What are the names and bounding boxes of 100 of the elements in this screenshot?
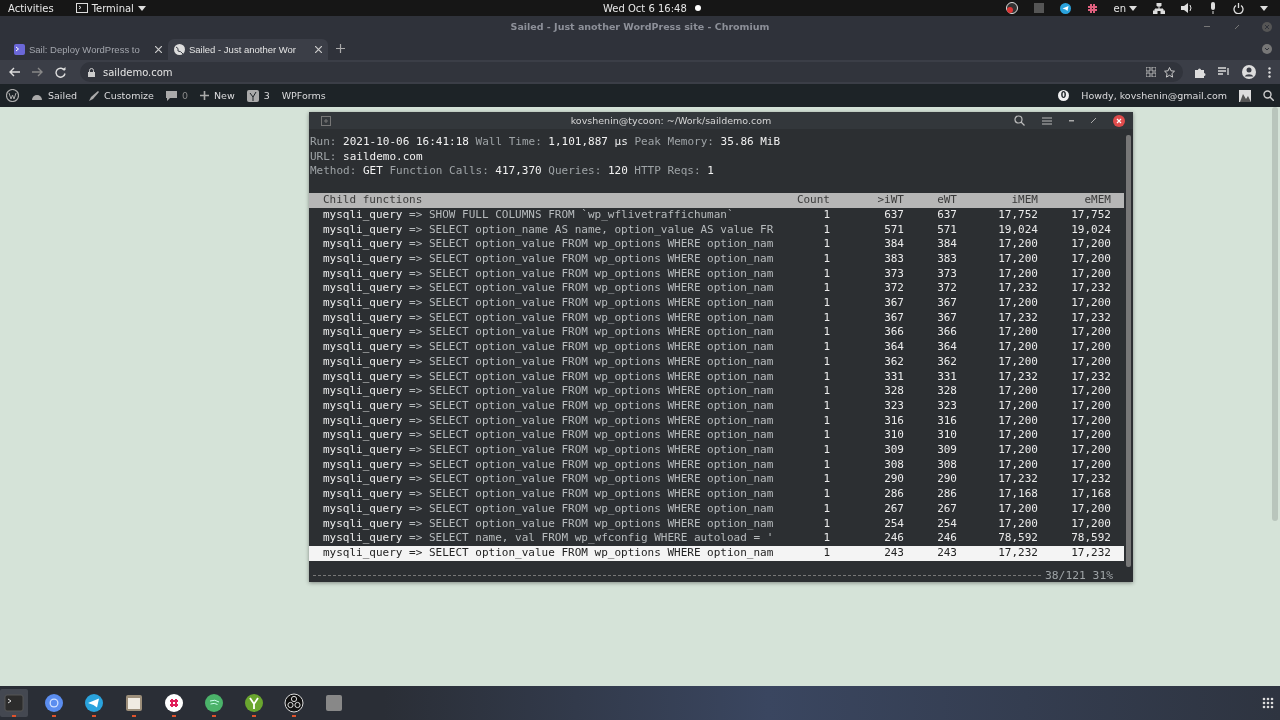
telegram-icon[interactable] (1059, 2, 1071, 14)
reload-icon[interactable] (55, 66, 66, 78)
table-cell-text: 17,200 (1070, 251, 1111, 267)
close-icon[interactable] (155, 46, 162, 53)
qr-code-icon[interactable] (1146, 67, 1156, 77)
table-row[interactable]: mysqli_query => SELECT option_value FROM wp_options WHERE option_nam 1 362 362 17,200 17,200 (309, 354, 1124, 370)
microphone-icon[interactable] (1209, 2, 1217, 14)
table-row[interactable]: mysqli_query => SELECT option_value FROM wp_options WHERE option_nam 1 323 323 17,200 17,200 (309, 398, 1124, 414)
table-row[interactable]: mysqli_query => SELECT option_value FROM wp_options WHERE option_nam 1 384 384 17,200 17,200 (309, 237, 1124, 252)
more-icon[interactable] (1268, 66, 1271, 78)
table-row[interactable]: mysqli_query => SELECT option_value FROM wp_options WHERE option_nam 1 308 308 17,200 17,200 (309, 457, 1124, 473)
table-cell-text: 78,592 (1070, 531, 1111, 546)
star-icon[interactable] (1164, 66, 1175, 78)
close-icon[interactable] (315, 46, 322, 53)
table-cell-text: 1 (822, 398, 830, 414)
function-name: mysqli_query (323, 501, 403, 515)
table-row[interactable]: mysqli_query => SELECT option_value FROM wp_options WHERE option_nam 1 316 316 17,200 17,200 (309, 413, 1124, 429)
summary-label: URL: (310, 149, 337, 163)
search-icon[interactable] (1014, 115, 1025, 126)
table-row[interactable]: mysqli_query => SELECT option_value FROM wp_options WHERE option_nam 1 310 310 17,200 17,200 (309, 428, 1124, 444)
activities-button[interactable]: Activities (8, 2, 54, 14)
new-tab-icon[interactable] (321, 115, 331, 126)
app-menu[interactable]: Terminal (75, 2, 146, 14)
avatar-icon[interactable] (1242, 65, 1256, 79)
table-row[interactable]: mysqli_query => SHOW FULL COLUMNS FROM `wp_wflivetraffichuman` 1 637 637 17,752 17,752 (309, 207, 1124, 223)
table-row[interactable]: mysqli_query => SELECT option_name AS name, option_value AS value FR 1 571 571 19,024 19,024 (309, 222, 1124, 238)
table-cell-text: 267 (883, 501, 904, 517)
volume-icon[interactable] (1181, 3, 1193, 13)
table-cell-text: 364 (936, 340, 957, 355)
wordpress-logo-icon[interactable] (6, 89, 19, 102)
column-header: Child functions (323, 193, 424, 208)
maximize-icon[interactable] (1234, 23, 1240, 30)
language-menu[interactable]: en (1113, 2, 1137, 14)
table-cell-text: 1 (822, 310, 830, 326)
table-row[interactable]: mysqli_query => SELECT option_value FROM wp_options WHERE option_nam 1 267 267 17,200 17,200 (309, 501, 1124, 517)
browser-tab[interactable]: Sail: Deploy WordPress to (8, 39, 168, 60)
table-row[interactable]: mysqli_query => SELECT option_value FROM wp_options WHERE option_nam 1 254 254 17,200 17,200 (309, 516, 1124, 532)
table-cell-text: 364 (883, 340, 904, 355)
table-row[interactable]: mysqli_query => SELECT option_value FROM wp_options WHERE option_nam 1 373 373 17,200 17,200 (309, 266, 1124, 282)
customize-link[interactable]: Customize (89, 90, 154, 101)
clock[interactable]: Wed Oct 6 16:48 (603, 2, 687, 14)
new-link[interactable]: New (199, 90, 235, 101)
summary-label: HTTP Reqs: (634, 164, 701, 178)
wpforms-link[interactable]: WPForms (281, 90, 326, 101)
table-cell-text: 367 (936, 296, 957, 311)
table-row[interactable]: mysqli_query => SELECT option_value FROM wp_options WHERE option_nam 1 286 286 17,168 17,168 (309, 487, 1124, 502)
function-name: mysqli_query (323, 487, 403, 501)
table-row[interactable]: mysqli_query => SELECT option_value FROM wp_options WHERE option_nam 1 290 290 17,232 17,232 (309, 472, 1124, 488)
table-row[interactable]: mysqli_query => SELECT option_value FROM wp_options WHERE option_nam 1 383 383 17,200 17,200 (309, 251, 1124, 267)
back-icon[interactable] (9, 67, 20, 77)
minimize-icon[interactable] (1204, 25, 1212, 28)
table-row[interactable]: mysqli_query => SELECT option_value FROM wp_options WHERE option_nam 1 366 366 17,200 17,200 (309, 325, 1124, 341)
table-row[interactable]: mysqli_query => SELECT option_value FROM wp_options WHERE option_nam 1 367 367 17,232 17,232 (309, 310, 1124, 326)
query-text: => SELECT option_value FROM wp_options WHERE option_nam (409, 296, 774, 310)
table-row[interactable]: mysqli_query => SELECT option_value FROM wp_options WHERE option_nam 1 331 331 17,232 17,232 (309, 369, 1124, 385)
maximize-icon[interactable] (1091, 118, 1096, 123)
table-row[interactable]: mysqli_query => SELECT name, val FROM wp_wfconfig WHERE autoload = ' 1 246 246 78,592 78,592 (309, 531, 1124, 546)
forward-icon[interactable] (32, 67, 43, 77)
tab-search-icon[interactable] (1262, 44, 1272, 54)
record-icon[interactable] (1005, 2, 1018, 14)
browser-tab[interactable]: Sailed - Just another Wor (168, 39, 328, 60)
summary-value: 1,101,887 µs (548, 135, 628, 148)
window-title: kovshenin@tycoon: ~/Work/saildemo.com (569, 115, 773, 126)
puzzle-icon[interactable] (1195, 66, 1206, 78)
comments-link[interactable]: 0 (165, 90, 188, 101)
table-cell-text: 17,200 (1070, 354, 1111, 370)
table-row[interactable]: mysqli_query => SELECT option_value FROM wp_options WHERE option_nam 1 364 364 17,200 17,200 (309, 340, 1124, 355)
scrollbar[interactable] (1126, 135, 1131, 567)
table-row[interactable]: mysqli_query => SELECT option_value FROM wp_options WHERE option_nam 1 309 309 17,200 17,200 (309, 443, 1124, 458)
search-icon[interactable] (1263, 90, 1274, 101)
table-cell-text: 17,200 (997, 457, 1038, 473)
table-cell-text: 1 (822, 472, 830, 488)
close-icon[interactable] (1113, 114, 1125, 127)
table-cell-text: 372 (883, 281, 904, 297)
notification-badge[interactable]: 0 (1057, 90, 1070, 101)
scrollbar[interactable] (1272, 107, 1278, 521)
avatar-icon[interactable] (1239, 89, 1251, 102)
power-icon[interactable] (1233, 2, 1244, 14)
menu-icon[interactable] (1042, 116, 1052, 125)
minimize-icon[interactable] (1069, 119, 1074, 122)
address-bar[interactable]: saildemo.com (80, 62, 1183, 82)
table-row[interactable]: mysqli_query => SELECT option_value FROM wp_options WHERE option_nam 1 328 328 17,200 17,200 (309, 384, 1124, 399)
table-cell-text: 17,200 (1070, 384, 1111, 399)
query-text: => SELECT option_value FROM wp_options WHERE option_nam (409, 384, 774, 398)
app-grid-icon[interactable] (1262, 697, 1274, 709)
network-icon[interactable] (1153, 2, 1165, 14)
function-name: mysqli_query (323, 354, 403, 368)
query-text: => SELECT option_name AS name, option_value AS value FR (409, 222, 774, 236)
table-row[interactable]: mysqli_query => SELECT option_value FROM wp_options WHERE option_nam 1 367 367 17,200 17,200 (309, 296, 1124, 311)
summary-value: 1 (707, 164, 714, 178)
seo-link[interactable]: 3 (246, 89, 270, 102)
new-tab-icon[interactable] (336, 44, 345, 53)
account-link[interactable]: Howdy, kovshenin@gmail.com (1081, 90, 1227, 101)
table-row[interactable]: mysqli_query => SELECT option_value FROM wp_options WHERE option_nam 1 243 243 17,232 17,232 (309, 546, 1124, 561)
dropdown-icon[interactable] (1260, 5, 1268, 11)
site-link[interactable]: Sailed (31, 90, 77, 101)
function-name: mysqli_query (323, 310, 403, 324)
table-cell-text: 637 (936, 207, 957, 223)
playlist-icon[interactable] (1218, 67, 1230, 77)
table-row[interactable]: mysqli_query => SELECT option_value FROM wp_options WHERE option_nam 1 372 372 17,232 17,232 (309, 281, 1124, 297)
